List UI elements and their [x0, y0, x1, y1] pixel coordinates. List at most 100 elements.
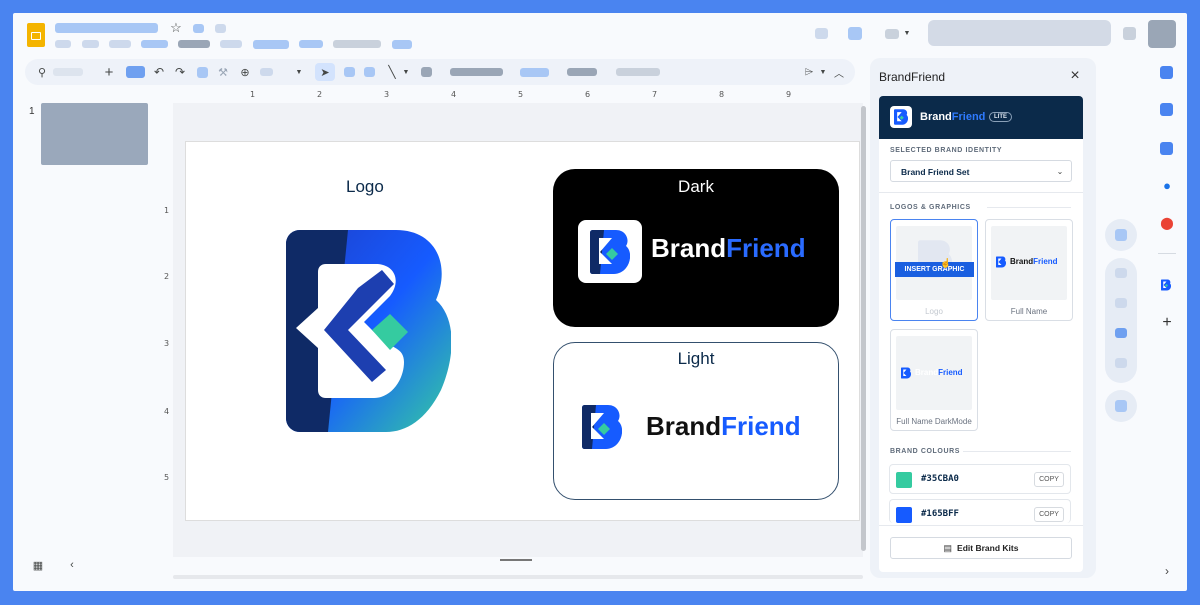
calendar-icon[interactable] [1160, 66, 1173, 79]
slide-canvas[interactable]: Logo Dark BrandFriend Light BrandFriend [185, 141, 860, 521]
menu-view[interactable] [109, 40, 131, 48]
theme-button[interactable] [567, 68, 597, 76]
chevron-down-icon[interactable]: ▼ [818, 66, 828, 78]
light-heading: Light [677, 349, 715, 368]
transition-button[interactable] [616, 68, 660, 76]
copy-button[interactable]: COPY [1034, 507, 1064, 522]
floating-tool-icon[interactable] [1115, 358, 1127, 368]
paint-format-icon[interactable]: ⚒ [217, 65, 229, 79]
search-icon[interactable]: ⚲ [35, 65, 49, 79]
floating-tool-icon[interactable] [1115, 229, 1127, 241]
addon-brand-part-1: Brand [920, 111, 952, 123]
present-options-icon[interactable] [848, 27, 862, 40]
ruler-h-label: 4 [451, 90, 457, 99]
floating-tool-icon[interactable] [1115, 328, 1127, 338]
cloud-status-icon [215, 24, 226, 33]
contacts-icon[interactable]: ● [1160, 178, 1174, 193]
edit-brand-kits-button[interactable]: ▤ Edit Brand Kits [890, 537, 1072, 559]
meet-icon[interactable] [885, 29, 899, 39]
close-icon[interactable]: × [1067, 67, 1083, 84]
zoom-icon[interactable]: ⊕ [238, 65, 252, 79]
fill-color-icon[interactable] [421, 67, 432, 77]
zoom-level[interactable] [260, 68, 273, 76]
print-icon[interactable] [197, 67, 208, 78]
menu-extensions[interactable] [333, 40, 381, 48]
ruler-h-label: 7 [652, 90, 658, 99]
menu-file[interactable] [55, 40, 71, 48]
document-title[interactable] [55, 23, 158, 33]
selected-identity-label: SELECTED BRAND IDENTITY [890, 147, 1003, 154]
menu-insert[interactable] [141, 40, 168, 48]
collapse-toolbar-icon[interactable]: ︿ [832, 65, 846, 80]
comment-history-icon[interactable] [815, 28, 828, 39]
undo-icon[interactable]: ↶ [152, 65, 166, 79]
redo-icon[interactable]: ↷ [173, 65, 187, 79]
share-lock-icon[interactable] [1123, 27, 1136, 40]
chevron-down-icon[interactable]: ▼ [902, 27, 912, 39]
star-icon[interactable]: ☆ [169, 20, 183, 35]
new-slide-dropdown[interactable] [126, 66, 145, 78]
grid-view-icon[interactable]: ▦ [31, 558, 45, 572]
ruler-h-label: 8 [719, 90, 725, 99]
graphic-card-logo[interactable]: INSERT GRAPHIC Logo ☝ [890, 219, 978, 321]
edit-brand-kits-label: Edit Brand Kits [957, 543, 1019, 553]
horizontal-scrollbar[interactable] [173, 575, 863, 579]
light-logo-card[interactable]: Light BrandFriend [553, 342, 839, 500]
maps-icon[interactable]: ⬤ [1160, 216, 1174, 230]
chevron-down-icon[interactable]: ▼ [294, 66, 304, 78]
menu-help[interactable] [392, 40, 412, 49]
slide-thumbnail[interactable] [41, 103, 148, 165]
logos-graphics-label: LOGOS & GRAPHICS [890, 204, 971, 211]
colour-row: #35CBA0 COPY [889, 464, 1071, 494]
tasks-icon[interactable] [1160, 142, 1173, 155]
ruler-v-label: 3 [164, 339, 170, 348]
line-icon[interactable]: ╲ [385, 65, 399, 79]
brand-mark-icon [901, 367, 911, 379]
new-slide-icon[interactable]: + [102, 64, 116, 81]
insert-graphic-button[interactable]: INSERT GRAPHIC [895, 262, 974, 277]
cursor-icon[interactable]: ➤ [319, 65, 331, 79]
floating-tool-icon[interactable] [1115, 400, 1127, 412]
copy-button[interactable]: COPY [1034, 472, 1064, 487]
layout-button[interactable] [520, 68, 549, 77]
menu-arrange[interactable] [253, 40, 289, 49]
brand-identity-select[interactable]: Brand Friend Set ⌄ [890, 160, 1072, 182]
menu-format[interactable] [178, 40, 210, 48]
wordmark-part-1: Brand [651, 233, 727, 263]
pen-cursor-icon[interactable]: ⌲ [802, 65, 816, 79]
addon-brand-part-2: Friend [951, 111, 986, 123]
background-button[interactable] [450, 68, 503, 76]
textbox-icon[interactable] [344, 67, 355, 77]
graphic-card-full-name[interactable]: BrandFriend Full Name [985, 219, 1073, 321]
menu-tools[interactable] [299, 40, 323, 48]
brandfriend-sidebar-icon[interactable] [1161, 278, 1173, 291]
logo-heading[interactable]: Logo [346, 177, 384, 197]
floating-tool-icon[interactable] [1115, 298, 1127, 308]
chevron-down-icon[interactable]: ▼ [401, 66, 411, 78]
image-icon[interactable] [364, 67, 375, 77]
addon-brand-name: BrandFriend [920, 111, 985, 123]
floating-tool-icon[interactable] [1115, 268, 1127, 278]
graphic-card-full-name-darkmode[interactable]: BrandFriend Full Name DarkMode [890, 329, 978, 431]
avatar[interactable] [1148, 20, 1176, 48]
move-icon[interactable] [193, 24, 204, 33]
notes-handle[interactable] [500, 559, 532, 561]
slideshow-button[interactable] [928, 20, 1111, 46]
keep-icon[interactable] [1160, 103, 1173, 116]
menu-slide[interactable] [220, 40, 242, 48]
addon-logo-tile [890, 106, 912, 128]
brand-logo-large[interactable] [286, 230, 451, 432]
add-addon-icon[interactable]: + [1159, 314, 1175, 331]
slides-app-icon[interactable] [27, 23, 45, 47]
colour-hex: #35CBA0 [921, 474, 959, 484]
chevron-right-icon[interactable]: › [1160, 564, 1174, 578]
ruler-h-label: 3 [384, 90, 390, 99]
chevron-left-icon[interactable]: ‹ [65, 558, 79, 572]
dark-logo-card[interactable]: Dark BrandFriend [553, 169, 839, 327]
vertical-scrollbar[interactable] [861, 106, 866, 551]
search-menus-field[interactable] [53, 68, 83, 76]
wordmark-part-2: Friend [1033, 257, 1058, 266]
horizontal-ruler: 1 2 3 4 5 6 7 8 9 [173, 90, 863, 104]
divider [987, 207, 1071, 208]
menu-edit[interactable] [82, 40, 99, 48]
